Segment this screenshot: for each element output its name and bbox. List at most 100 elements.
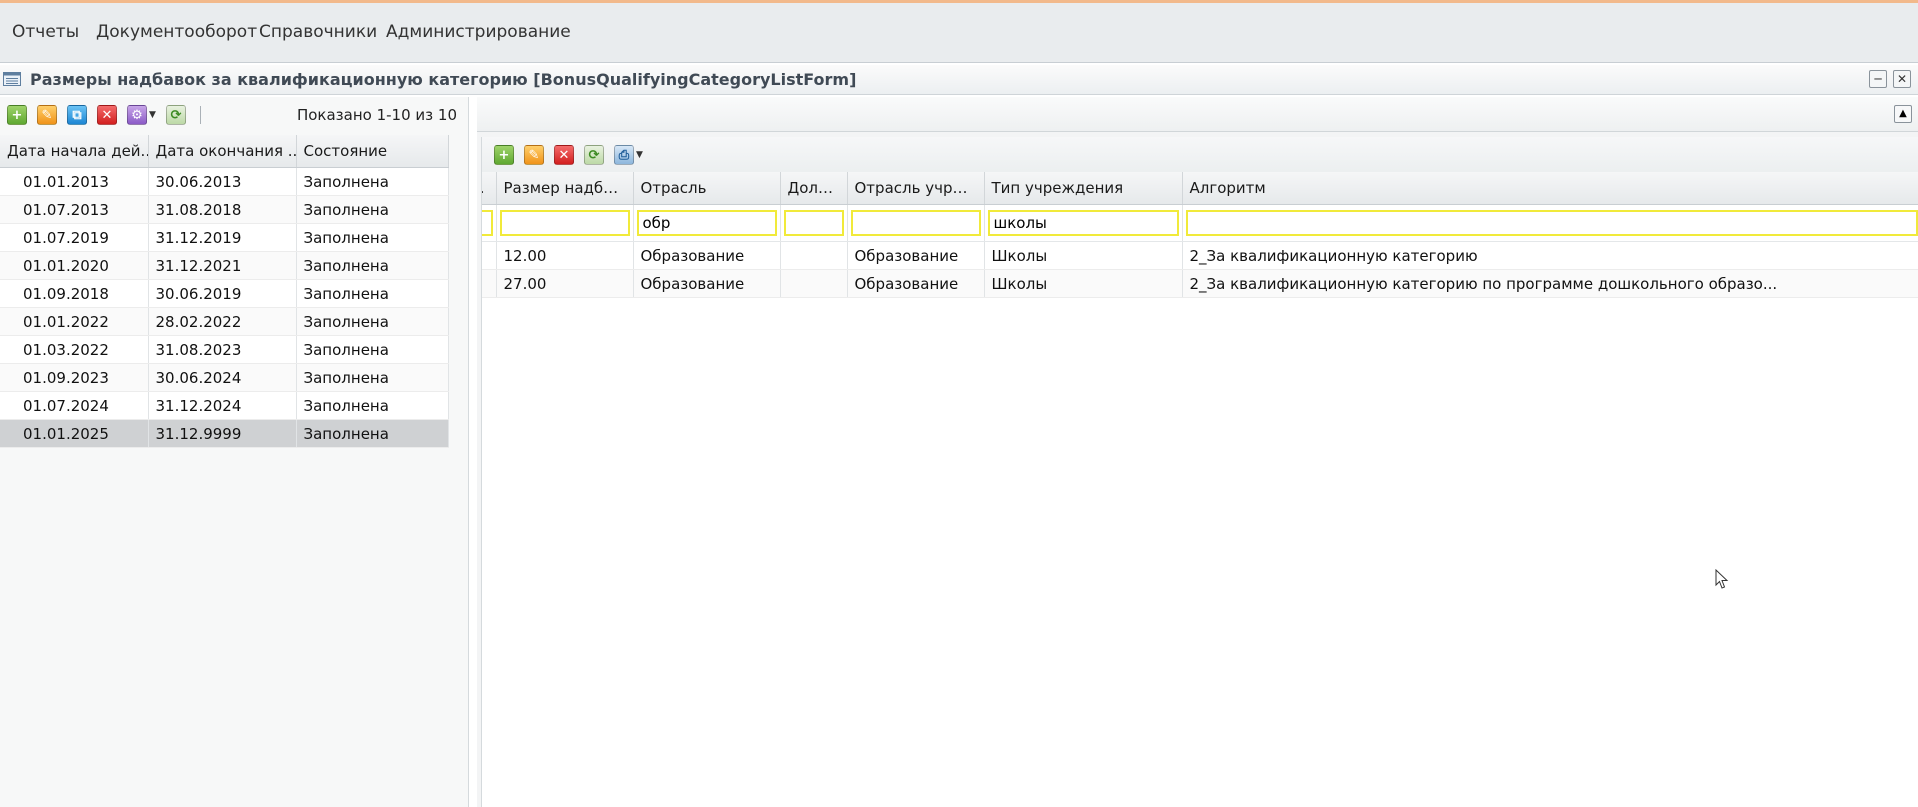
industry-cell: Образование xyxy=(633,241,781,270)
state-cell: Заполнена xyxy=(296,335,449,364)
version-row[interactable]: 01.09.2018 30.06.2019 Заполнена xyxy=(0,279,449,308)
state-cell: Заполнена xyxy=(296,195,449,224)
actions-button[interactable]: ⚙ xyxy=(127,105,147,125)
state-cell: Заполнена xyxy=(296,363,449,392)
filter-industry-input[interactable] xyxy=(636,210,777,236)
bonus-row[interactable]: Первая категория12.00ОбразованиеОбразова… xyxy=(482,241,1918,270)
refresh-button[interactable]: ⟳ xyxy=(165,105,186,125)
detail-delete-button[interactable]: ✕ xyxy=(554,145,574,165)
delete-icon: ✕ xyxy=(101,107,113,123)
actions-dropdown-arrow-icon[interactable]: ▼ xyxy=(149,110,156,120)
add-icon: + xyxy=(11,107,23,123)
details-header-row: Квалификационная категория Размер надбав… xyxy=(482,172,1918,205)
details-toolbar: + ✎ ✕ ⟳ ⎙ ▼ xyxy=(494,145,653,165)
versions-grid: Дата начала дей... Дата окончания ... Со… xyxy=(0,135,449,448)
filter-cell xyxy=(984,204,1183,242)
column-header-institution-type[interactable]: Тип учреждения xyxy=(984,172,1183,205)
filter-row xyxy=(482,204,1918,242)
mouse-cursor-icon xyxy=(1715,569,1729,589)
collapse-button[interactable]: ▲ xyxy=(1894,105,1912,123)
end-date-cell: 31.12.2024 xyxy=(148,391,297,420)
detail-edit-button[interactable]: ✎ xyxy=(524,145,544,165)
refresh-icon: ⟳ xyxy=(170,107,182,123)
top-menu-bar: Отчеты Документооборот Справочники Админ… xyxy=(0,0,1918,63)
column-header-start-date[interactable]: Дата начала дей... xyxy=(0,135,149,168)
filter-cell xyxy=(1182,204,1918,242)
institution-type-cell: Школы xyxy=(984,241,1183,270)
filter-position-input[interactable] xyxy=(783,210,844,236)
bonus-size-cell: 27.00 xyxy=(496,269,634,298)
menu-item-reports[interactable]: Отчеты xyxy=(12,22,79,42)
institution-industry-cell: Образование xyxy=(847,241,985,270)
state-cell: Заполнена xyxy=(296,251,449,280)
version-row[interactable]: 01.01.2013 30.06.2013 Заполнена xyxy=(0,167,449,196)
versions-header-row: Дата начала дей... Дата окончания ... Со… xyxy=(0,135,449,168)
delete-icon: ✕ xyxy=(558,147,570,163)
filter-qualifying-category-input[interactable] xyxy=(482,210,493,236)
details-pane: ▲ + ✎ ✕ ⟳ ⎙ ▼ Квалификационная категория… xyxy=(477,97,1918,807)
details-toolbar-strip xyxy=(482,137,1918,173)
menu-item-directories[interactable]: Справочники xyxy=(259,22,377,42)
menu-item-document-flow[interactable]: Документооборот xyxy=(96,22,257,42)
detail-refresh-button[interactable]: ⟳ xyxy=(584,145,604,165)
end-date-cell: 28.02.2022 xyxy=(148,307,297,336)
window-title: Размеры надбавок за квалификационную кат… xyxy=(30,70,857,89)
state-cell: Заполнена xyxy=(296,223,449,252)
bonus-details-panel: + ✎ ✕ ⟳ ⎙ ▼ Квалификационная категория Р… xyxy=(481,137,1918,807)
filter-institution-industry-input[interactable] xyxy=(850,210,981,236)
version-row[interactable]: 01.07.2024 31.12.2024 Заполнена xyxy=(0,391,449,420)
start-date-cell: 01.09.2023 xyxy=(0,363,149,392)
print-dropdown-arrow-icon[interactable]: ▼ xyxy=(636,150,643,160)
detail-add-button[interactable]: + xyxy=(494,145,514,165)
filter-cell xyxy=(780,204,848,242)
column-header-institution-industry[interactable]: Отрасль учреж... xyxy=(847,172,985,205)
state-cell: Заполнена xyxy=(296,167,449,196)
add-button[interactable]: + xyxy=(7,105,27,125)
close-window-button[interactable]: ✕ xyxy=(1893,70,1911,88)
version-row[interactable]: 01.01.2022 28.02.2022 Заполнена xyxy=(0,307,449,336)
state-cell: Заполнена xyxy=(296,279,449,308)
column-header-algorithm[interactable]: Алгоритм xyxy=(1182,172,1918,205)
start-date-cell: 01.01.2013 xyxy=(0,167,149,196)
version-row[interactable]: 01.09.2023 30.06.2024 Заполнена xyxy=(0,363,449,392)
filter-algorithm-input[interactable] xyxy=(1185,210,1918,236)
version-row[interactable]: 01.07.2019 31.12.2019 Заполнена xyxy=(0,223,449,252)
filter-cell xyxy=(633,204,781,242)
column-header-end-date[interactable]: Дата окончания ... xyxy=(148,135,297,168)
column-header-state[interactable]: Состояние xyxy=(296,135,449,168)
menu-item-administration[interactable]: Администрирование xyxy=(386,22,571,42)
column-header-position[interactable]: Долж... xyxy=(780,172,848,205)
filter-bonus-size-input[interactable] xyxy=(499,210,630,236)
print-icon: ⎙ xyxy=(618,147,630,163)
qualifying-category-cell: Первая категория xyxy=(482,241,497,270)
column-header-qualifying-category[interactable]: Квалификационная категория xyxy=(482,172,497,205)
add-icon: + xyxy=(498,147,510,163)
minimize-button[interactable]: ─ xyxy=(1869,70,1887,88)
end-date-cell: 30.06.2019 xyxy=(148,279,297,308)
state-cell: Заполнена xyxy=(296,391,449,420)
start-date-cell: 01.01.2025 xyxy=(0,419,149,448)
edit-icon: ✎ xyxy=(41,107,53,123)
filter-institution-type-input[interactable] xyxy=(987,210,1179,236)
end-date-cell: 30.06.2024 xyxy=(148,363,297,392)
edit-button[interactable]: ✎ xyxy=(37,105,57,125)
industry-cell: Образование xyxy=(633,269,781,298)
column-header-industry[interactable]: Отрасль xyxy=(633,172,781,205)
position-cell xyxy=(780,241,848,270)
versions-toolbar: + ✎ ⧉ ✕ ⚙ ▼ ⟳ xyxy=(7,105,201,125)
state-cell: Заполнена xyxy=(296,307,449,336)
version-row[interactable]: 01.01.2020 31.12.2021 Заполнена xyxy=(0,251,449,280)
copy-button[interactable]: ⧉ xyxy=(67,105,87,125)
end-date-cell: 30.06.2013 xyxy=(148,167,297,196)
algorithm-cell: 2_За квалификационную категорию xyxy=(1182,241,1918,270)
end-date-cell: 31.12.9999 xyxy=(148,419,297,448)
version-row[interactable]: 01.01.2025 31.12.9999 Заполнена xyxy=(0,419,449,448)
delete-button[interactable]: ✕ xyxy=(97,105,117,125)
bonus-row[interactable]: Первая категория27.00ОбразованиеОбразова… xyxy=(482,269,1918,298)
versions-pane: + ✎ ⧉ ✕ ⚙ ▼ ⟳ Показано 1-10 из 10 Дата н… xyxy=(0,97,469,807)
version-row[interactable]: 01.07.2013 31.08.2018 Заполнена xyxy=(0,195,449,224)
version-row[interactable]: 01.03.2022 31.08.2023 Заполнена xyxy=(0,335,449,364)
algorithm-cell: 2_За квалификационную категорию по прогр… xyxy=(1182,269,1918,298)
column-header-bonus-size[interactable]: Размер надбавки xyxy=(496,172,634,205)
print-button[interactable]: ⎙ xyxy=(614,145,634,165)
